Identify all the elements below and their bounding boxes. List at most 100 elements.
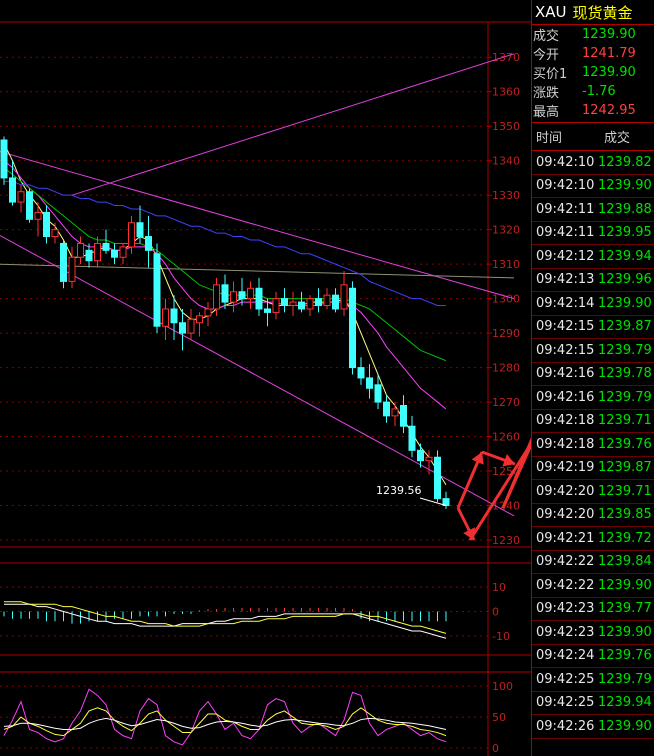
quote-value: 1242.95 [582,103,636,118]
tick-price: 1239.71 [598,483,652,499]
tick-row: 09:42:24 1239.76 [532,645,654,668]
tick-time: 09:42:11 [536,225,595,241]
candle-body [238,291,246,300]
candle-body [136,222,144,238]
tick-time: 09:42:25 [536,695,595,711]
quote-label: 买价1 [533,67,568,82]
candle-body [221,284,229,303]
tick-row: 09:42:16 1239.78 [532,363,654,386]
tick-time: 09:42:10 [536,178,595,194]
tick-time: 09:42:22 [536,554,595,570]
tick-time: 09:42:25 [536,671,595,687]
candle-body [332,294,339,310]
tick-price: 1239.71 [598,413,652,429]
quote-value: -1.76 [582,84,616,99]
candle-body [391,408,399,417]
tick-price: 1239.90 [598,718,652,734]
symbol-code: XAU [535,3,567,21]
candle-body [9,177,16,203]
tick-row: 09:42:25 1239.94 [532,692,654,715]
candle-body [102,242,110,251]
y-tick-label: 1350 [492,120,520,133]
candle-body [408,425,416,451]
last-price-leader [419,497,447,506]
candle-body [434,456,441,500]
tick-price: 1239.96 [598,272,652,288]
candle-body [417,449,424,462]
candle-body [289,301,297,307]
macd-line [4,601,447,634]
tick-price: 1239.94 [598,695,652,711]
candle-body [400,405,407,427]
y-tick-label: 1360 [492,86,520,99]
tick-time: 09:42:19 [536,460,595,476]
candle-body [51,229,59,238]
ticks-header-time: 时间 [536,131,563,146]
y-tick-label: -10 [492,630,510,643]
quote-row: 最高 1242.95 [532,101,654,120]
quote-row: 买价1 1239.90 [532,63,654,82]
y-tick-label: 1370 [492,51,520,64]
candle-body [425,456,433,462]
y-tick-label: 1330 [492,189,520,202]
tick-time: 09:42:16 [536,389,595,405]
tick-time: 09:42:20 [536,507,595,523]
symbol-header: XAU 现货黄金 [532,0,654,25]
chart-area[interactable]: 1370 1360 1350 1340 1330 1320 1310 1300 1290 1280… [0,0,531,756]
tick-row: 09:42:18 1239.76 [532,433,654,457]
tick-row: 09:42:23 1239.77 [532,598,654,621]
candle-body [111,249,118,258]
candle-body [77,242,84,258]
tick-time: 09:42:15 [536,342,595,358]
ticks-header: 时间 成交 [532,123,654,151]
candle-body [340,284,348,310]
tick-row: 09:42:11 1239.95 [532,222,654,245]
candle-body [0,139,8,179]
channel-line [71,53,515,196]
y-tick-label: 50 [492,711,506,724]
candle-body [17,191,25,203]
tick-row: 09:42:12 1239.94 [532,245,654,269]
tick-price: 1239.85 [598,507,652,523]
candle-body [145,236,152,251]
tick-time: 09:42:16 [536,366,595,382]
last-price-label: 1239.56 [376,484,422,497]
tick-row: 09:42:19 1239.87 [532,457,654,480]
candle-body [170,308,178,324]
candle-body [34,211,42,220]
candle-body [272,298,280,313]
candle-body [383,401,390,417]
ticks-list[interactable]: 09:42:10 1239.82 09:42:10 1239.90 09:42:11 12… [532,151,654,739]
channel-line [0,263,515,279]
tick-row: 09:42:23 1239.90 [532,621,654,645]
candle-body [162,308,169,327]
candle-body [68,256,76,282]
tick-price: 1239.90 [598,577,652,593]
quote-value: 1239.90 [582,65,636,80]
tick-time: 09:42:18 [536,436,595,452]
tick-price: 1239.78 [598,366,652,382]
tick-row: 09:42:15 1239.79 [532,339,654,363]
tick-time: 09:42:22 [536,577,595,593]
candle-body [264,308,271,313]
tick-time: 09:42:26 [536,718,595,734]
quote-label: 涨跌 [533,86,560,101]
tick-row: 09:42:22 1239.90 [532,574,654,598]
tick-row: 09:42:16 1239.79 [532,386,654,410]
tick-time: 09:42:23 [536,624,595,640]
candle-body [357,367,365,379]
candle-body [281,298,288,307]
quote-row: 今开 1241.79 [532,44,654,63]
quote-value: 1241.79 [582,46,636,61]
y-tick-label: 0 [492,742,499,755]
tick-price: 1239.90 [598,178,652,194]
tick-price: 1239.88 [598,201,652,217]
tick-time: 09:42:15 [536,319,595,335]
tick-time: 09:42:21 [536,530,595,546]
tick-price: 1239.76 [598,648,652,664]
tick-price: 1239.90 [598,624,652,640]
quote-panel: XAU 现货黄金 成交 1239.90 今开 1241.79 买价1 1239.90 涨跌 -… [531,0,654,756]
candle-body [196,315,203,324]
tick-row: 09:42:20 1239.85 [532,504,654,527]
tick-price: 1239.76 [598,436,652,452]
